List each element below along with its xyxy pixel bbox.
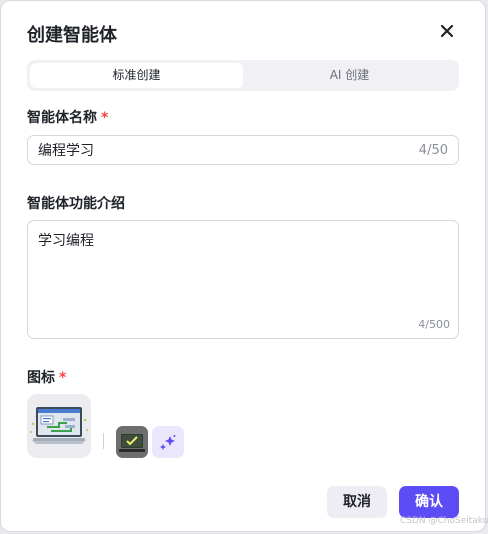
tab-standard-create[interactable]: 标准创建 [30,63,243,88]
confirm-button[interactable]: 确认 [399,486,459,518]
required-mark: * [59,370,67,386]
name-input-value: 编程学习 [38,143,94,159]
tab-ai-create[interactable]: AI 创建 [243,63,456,88]
icon-divider [103,433,104,449]
laptop-check-icon[interactable] [116,426,148,458]
create-agent-dialog: 创建智能体 标准创建 AI 创建 智能体名称 * 编程学习 4/50 智能体功能介… [0,0,486,532]
description-char-count: 4/500 [418,318,450,331]
icon-label: 图标 * [27,370,67,386]
name-label: 智能体名称 * [27,110,109,126]
description-label: 智能体功能介绍 [27,196,125,212]
description-textarea[interactable]: 学习编程 4/500 [27,220,459,339]
close-icon[interactable] [437,21,457,41]
laptop-code-icon[interactable] [27,394,91,458]
watermark: CSDN @ChoSeitaku [400,516,488,526]
required-mark: * [101,110,109,126]
dialog-title: 创建智能体 [27,25,117,46]
create-mode-tabs: 标准创建 AI 创建 [27,60,459,91]
sparkle-icon[interactable] [152,426,184,458]
description-value: 学习编程 [38,233,94,249]
cancel-button[interactable]: 取消 [327,486,387,518]
name-char-count: 4/50 [418,142,448,158]
name-input[interactable]: 编程学习 4/50 [27,135,459,165]
